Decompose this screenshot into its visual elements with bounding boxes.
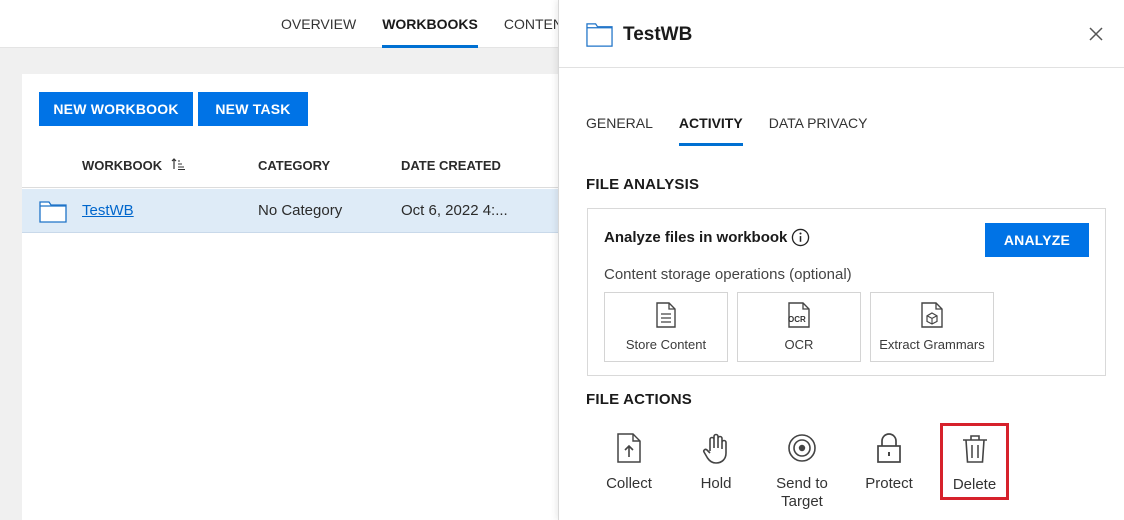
store-content-label: Store Content — [625, 337, 707, 352]
table-row[interactable]: TestWB No Category Oct 6, 2022 4:... — [22, 189, 558, 233]
workbook-name-link[interactable]: TestWB — [82, 189, 134, 233]
folder-icon — [586, 21, 613, 53]
ocr-icon: OCR — [786, 302, 812, 333]
tab-workbooks[interactable]: WORKBOOKS — [382, 0, 478, 48]
workbook-category: No Category — [258, 202, 343, 219]
file-analysis-heading: FILE ANALYSIS — [586, 176, 700, 193]
collect-label: Collect — [606, 475, 652, 492]
hold-action[interactable]: Hold — [688, 425, 744, 495]
workbooks-content: NEW WORKBOOK NEW TASK WORKBOOK CATEGORY … — [22, 74, 558, 520]
column-header-date-created[interactable]: DATE CREATED — [401, 144, 501, 188]
protect-label: Protect — [865, 475, 913, 492]
file-actions-heading: FILE ACTIONS — [586, 391, 693, 408]
upload-icon — [616, 433, 642, 468]
grammar-icon — [920, 302, 944, 333]
tab-overview[interactable]: OVERVIEW — [281, 0, 356, 48]
hand-icon — [702, 433, 730, 470]
tab-activity[interactable]: ACTIVITY — [678, 100, 743, 146]
info-icon[interactable] — [791, 228, 810, 252]
content-storage-subtitle: Content storage operations (optional) — [604, 266, 852, 283]
ocr-label: OCR — [784, 337, 814, 352]
new-task-button[interactable]: NEW TASK — [198, 92, 308, 126]
tab-general[interactable]: GENERAL — [586, 100, 653, 146]
hold-label: Hold — [700, 475, 732, 492]
send-to-target-label: Send to Target — [776, 475, 828, 510]
send-to-target-action[interactable]: Send to Target — [771, 425, 833, 511]
column-header-workbook-label: WORKBOOK — [82, 158, 163, 173]
new-workbook-button[interactable]: NEW WORKBOOK — [39, 92, 193, 126]
extract-grammars-label: Extract Grammars — [879, 337, 985, 352]
workbook-detail-panel: TestWB GENERAL ACTIVITY DATA PRIVACY FIL… — [558, 0, 1124, 520]
panel-title: TestWB — [623, 24, 693, 45]
trash-icon — [962, 434, 988, 469]
table-header: WORKBOOK CATEGORY DATE CREATED — [22, 144, 558, 188]
svg-text:OCR: OCR — [788, 315, 806, 324]
protect-action[interactable]: Protect — [859, 425, 919, 495]
extract-grammars-option[interactable]: Extract Grammars — [870, 292, 994, 362]
collect-action[interactable]: Collect — [599, 425, 659, 495]
close-icon[interactable] — [1088, 26, 1104, 42]
delete-action[interactable]: Delete — [940, 423, 1009, 500]
workbook-date-created: Oct 6, 2022 4:... — [401, 202, 508, 219]
top-nav: OVERVIEW WORKBOOKS CONTENT — [281, 0, 598, 48]
column-header-category[interactable]: CATEGORY — [258, 144, 330, 188]
analyze-files-title: Analyze files in workbook — [604, 229, 788, 246]
sort-ascending-icon[interactable] — [171, 145, 185, 189]
document-icon — [655, 302, 677, 333]
column-header-workbook[interactable]: WORKBOOK — [82, 144, 185, 189]
tab-data-privacy[interactable]: DATA PRIVACY — [769, 100, 868, 146]
target-icon — [787, 433, 817, 468]
store-content-option[interactable]: Store Content — [604, 292, 728, 362]
panel-header: TestWB — [559, 0, 1124, 68]
folder-icon — [39, 199, 67, 228]
delete-label: Delete — [952, 476, 997, 493]
top-bar: OVERVIEW WORKBOOKS CONTENT — [0, 0, 572, 48]
file-analysis-box: Analyze files in workbook ANALYZE Conten… — [587, 208, 1106, 376]
analyze-button[interactable]: ANALYZE — [985, 223, 1089, 257]
panel-tabs: GENERAL ACTIVITY DATA PRIVACY — [586, 100, 894, 146]
lock-icon — [876, 433, 902, 468]
ocr-option[interactable]: OCR OCR — [737, 292, 861, 362]
